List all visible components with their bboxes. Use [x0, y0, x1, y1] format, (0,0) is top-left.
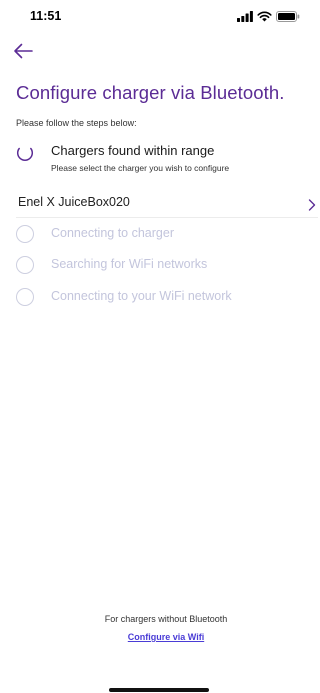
page-title: Configure charger via Bluetooth. — [16, 82, 285, 103]
step-searching-wifi: Searching for WiFi networks — [16, 255, 306, 275]
step-chargers-found: Chargers found within range Please selec… — [16, 142, 306, 178]
home-indicator — [109, 688, 209, 692]
chevron-right-icon — [308, 199, 316, 211]
back-button[interactable] — [12, 40, 34, 62]
step-connecting-wifi: Connecting to your WiFi network — [16, 287, 306, 307]
charger-list-item[interactable]: Enel X JuiceBox020 — [16, 190, 318, 218]
step-label: Connecting to your WiFi network — [51, 289, 232, 303]
configure-via-wifi-link[interactable]: Configure via Wifi — [0, 632, 320, 642]
arrow-left-icon — [14, 43, 33, 59]
loading-spinner-icon — [16, 147, 34, 161]
pending-circle-icon — [16, 225, 34, 243]
wifi-icon — [257, 11, 272, 21]
step-connecting-charger: Connecting to charger — [16, 224, 306, 244]
battery-icon — [276, 10, 300, 22]
pending-circle-icon — [16, 288, 34, 306]
step-label: Searching for WiFi networks — [51, 257, 208, 271]
step-label: Chargers found within range — [51, 143, 215, 158]
status-bar: 11:51 — [0, 0, 318, 34]
pending-circle-icon — [16, 256, 34, 274]
instructions-text: Please follow the steps below: — [16, 118, 137, 128]
status-time: 11:51 — [30, 9, 62, 23]
charger-name: Enel X JuiceBox020 — [18, 195, 130, 209]
footer-note: For chargers without Bluetooth — [104, 614, 228, 624]
step-sublabel: Please select the charger you wish to co… — [51, 163, 230, 173]
step-label: Connecting to charger — [51, 226, 174, 240]
status-icons — [237, 10, 300, 22]
signal-icon — [237, 10, 253, 22]
